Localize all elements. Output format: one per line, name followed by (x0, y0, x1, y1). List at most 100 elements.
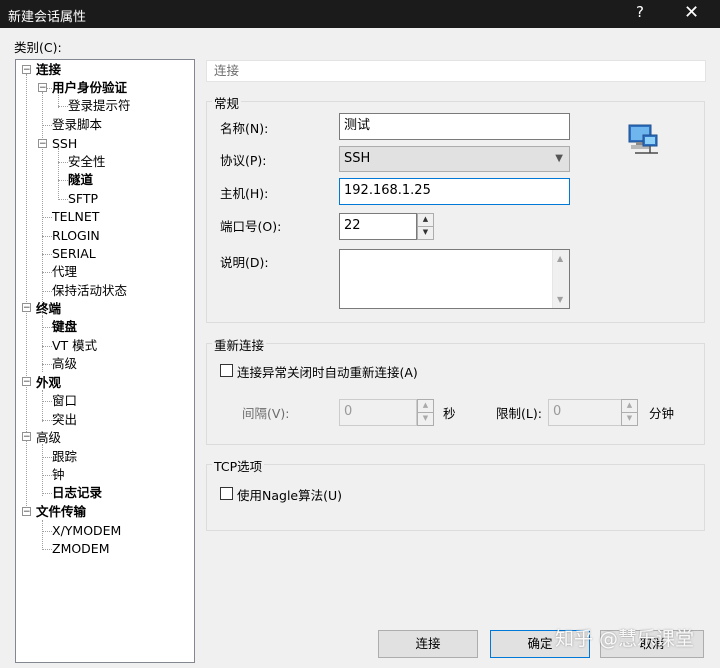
nagle-checkbox[interactable] (220, 487, 233, 500)
scroll-up-icon[interactable]: ▲ (557, 254, 563, 263)
tree-item-xymodem[interactable]: X/YMODEM (52, 522, 121, 540)
tree-line (42, 92, 43, 320)
tree-item-proxy[interactable]: 代理 (52, 263, 77, 281)
port-spinner[interactable]: ▲ ▼ (417, 213, 434, 240)
collapse-icon[interactable]: − (38, 139, 47, 149)
tree-item-telnet[interactable]: TELNET (52, 208, 99, 226)
tree-line (42, 390, 43, 422)
panel-header: 连接 (206, 60, 706, 82)
auto-reconnect-checkbox[interactable] (220, 364, 233, 377)
protocol-value: SSH (344, 151, 371, 166)
tree-line (58, 106, 68, 107)
spin-up-icon[interactable]: ▲ (418, 214, 433, 227)
tree-item-login-script[interactable]: 登录脚本 (52, 116, 102, 134)
tree-line (42, 236, 52, 237)
host-label: 主机(H): (220, 186, 269, 201)
spin-up-icon[interactable]: ▲ (622, 400, 637, 413)
general-group-title: 常规 (212, 93, 242, 112)
tree-item-advanced-root[interactable]: 高级 (36, 429, 61, 447)
tree-line (42, 531, 52, 532)
category-label: 类别(C): (14, 40, 62, 55)
window-title: 新建会话属性 (8, 10, 87, 25)
limit-field[interactable]: 0 (548, 399, 622, 426)
chevron-down-icon: ▼ (555, 153, 563, 164)
tree-item-terminal[interactable]: 终端 (36, 300, 61, 318)
reconnect-group-title: 重新连接 (212, 335, 267, 354)
tree-item-trace[interactable]: 跟踪 (52, 448, 77, 466)
tree-item-security[interactable]: 安全性 (68, 153, 106, 171)
tree-item-advanced[interactable]: 高级 (52, 355, 77, 373)
tree-line (42, 457, 52, 458)
limit-label: 限制(L): (496, 406, 542, 421)
interval-label: 间隔(V): (242, 406, 290, 421)
collapse-icon[interactable]: − (22, 65, 31, 75)
tree-item-serial[interactable]: SERIAL (52, 245, 96, 263)
collapse-icon[interactable]: − (22, 303, 31, 313)
description-scrollbar[interactable]: ▲ ▼ (552, 250, 569, 308)
tree-item-zmodem[interactable]: ZMODEM (52, 540, 110, 558)
tree-item-keepalive[interactable]: 保持活动状态 (52, 282, 127, 300)
protocol-select[interactable]: SSH ▼ (339, 146, 570, 172)
close-button[interactable]: ✕ (684, 2, 699, 23)
protocol-label: 协议(P): (220, 153, 267, 168)
tree-line (42, 327, 52, 328)
tree-line (42, 364, 52, 365)
tree-item-login-prompts[interactable]: 登录提示符 (68, 97, 131, 115)
port-label: 端口号(O): (220, 219, 282, 234)
tcp-group-title: TCP选项 (212, 456, 265, 475)
auto-reconnect-label[interactable]: 连接异常关闭时自动重新连接(A) (237, 362, 418, 381)
tree-line (42, 520, 43, 550)
description-label: 说明(D): (220, 255, 269, 270)
tree-line (42, 444, 43, 496)
tree-line (42, 401, 52, 402)
spin-down-icon[interactable]: ▼ (418, 227, 433, 240)
tree-item-connection[interactable]: 连接 (36, 61, 61, 79)
interval-spinner[interactable]: ▲ ▼ (417, 399, 434, 426)
tree-item-logging[interactable]: 日志记录 (52, 484, 102, 502)
collapse-icon[interactable]: − (22, 432, 31, 442)
tree-item-bell[interactable]: 钟 (52, 466, 65, 484)
watermark: 知乎 @慧乐课堂 (555, 628, 695, 650)
tree-item-ssh[interactable]: SSH (52, 135, 77, 153)
spin-down-icon[interactable]: ▼ (418, 413, 433, 426)
spin-up-icon[interactable]: ▲ (418, 400, 433, 413)
tree-line (58, 199, 68, 200)
tree-item-user-auth[interactable]: 用户身份验证 (52, 79, 127, 97)
tree-item-window[interactable]: 窗口 (52, 392, 77, 410)
collapse-icon[interactable]: − (38, 83, 47, 93)
port-field[interactable]: 22 (339, 213, 417, 240)
interval-unit: 秒 (443, 406, 456, 421)
host-field[interactable]: 192.168.1.25 (339, 178, 570, 205)
tree-line (42, 493, 52, 494)
title-bar: 新建会话属性 ? ✕ (0, 0, 720, 28)
tree-item-vt-mode[interactable]: VT 模式 (52, 337, 97, 355)
name-field[interactable]: 测试 (339, 113, 570, 140)
tree-line (42, 346, 52, 347)
tree-item-keyboard[interactable]: 键盘 (52, 318, 77, 336)
spin-down-icon[interactable]: ▼ (622, 413, 637, 426)
tree-item-tunnel[interactable]: 隧道 (68, 171, 93, 189)
tree-item-appearance[interactable]: 外观 (36, 374, 61, 392)
tree-line (42, 254, 52, 255)
tree-item-file-transfer[interactable]: 文件传输 (36, 503, 86, 521)
collapse-icon[interactable]: − (22, 507, 31, 517)
collapse-icon[interactable]: − (22, 377, 31, 387)
tree-item-rlogin[interactable]: RLOGIN (52, 227, 100, 245)
tree-line (58, 148, 59, 200)
limit-unit: 分钟 (649, 406, 675, 421)
name-label: 名称(N): (220, 121, 269, 136)
tree-line (42, 475, 52, 476)
tree-line (42, 125, 52, 126)
nagle-label[interactable]: 使用Nagle算法(U) (237, 485, 342, 504)
tree-item-sftp[interactable]: SFTP (68, 190, 98, 208)
tree-line (42, 420, 52, 421)
connect-button[interactable]: 连接 (378, 630, 478, 658)
scroll-down-icon[interactable]: ▼ (557, 295, 563, 304)
category-tree[interactable]: − − − − − − − 连接 用户身份验证 登录提示符 登录脚本 SSH 安… (15, 59, 195, 663)
tree-item-highlight[interactable]: 突出 (52, 411, 77, 429)
description-field[interactable]: ▲ ▼ (339, 249, 570, 309)
interval-field[interactable]: 0 (339, 399, 417, 426)
limit-spinner[interactable]: ▲ ▼ (621, 399, 638, 426)
tree-line (42, 549, 52, 550)
help-button[interactable]: ? (636, 3, 644, 21)
